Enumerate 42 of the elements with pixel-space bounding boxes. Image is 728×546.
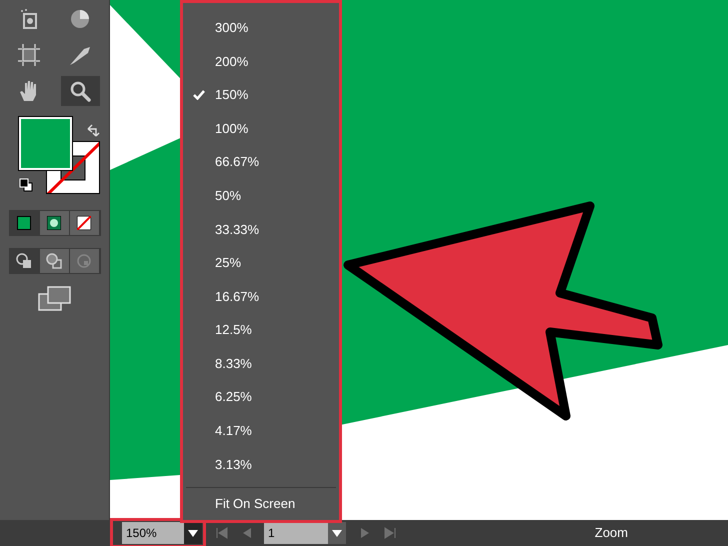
- page-field[interactable]: 1: [264, 522, 328, 544]
- draw-mode-button[interactable]: [40, 249, 70, 273]
- draw-inside-icon: [76, 253, 92, 269]
- mode-button[interactable]: [70, 211, 100, 235]
- pie-chart-icon: [69, 8, 91, 30]
- menu-item[interactable]: 8.33%: [183, 346, 339, 380]
- menu-item[interactable]: 300%: [183, 11, 339, 45]
- mode-button[interactable]: [10, 211, 40, 235]
- fill-swatch[interactable]: [18, 117, 72, 170]
- menu-item[interactable]: 50%: [183, 178, 339, 212]
- none-icon: [77, 216, 91, 230]
- sprayer-icon: [18, 8, 40, 30]
- swap-icon[interactable]: [86, 124, 100, 138]
- menu-item[interactable]: 16.67%: [183, 280, 339, 314]
- artboard-icon: [17, 43, 41, 67]
- menu-item[interactable]: 3.13%: [183, 448, 339, 482]
- caret-icon: [188, 530, 198, 536]
- menu-item[interactable]: 66.67%: [183, 145, 339, 179]
- color-icon: [17, 216, 31, 230]
- tool-button[interactable]: [60, 76, 100, 106]
- draw-mode-button[interactable]: [10, 249, 40, 273]
- menu-item[interactable]: 150%: [183, 78, 339, 112]
- menu-item[interactable]: Fit On Screen: [183, 488, 339, 520]
- menu-item[interactable]: 200%: [183, 44, 339, 78]
- status-label: Zoom: [594, 524, 628, 542]
- menu-item[interactable]: 6.25%: [183, 380, 339, 414]
- zoom-dropdown-button[interactable]: [184, 522, 202, 544]
- draw-normal-icon: [16, 253, 32, 269]
- zoom-field[interactable]: 150%: [122, 522, 184, 544]
- menu-item[interactable]: 100%: [183, 112, 339, 146]
- default-colors-icon[interactable]: [18, 178, 32, 192]
- menu-item[interactable]: 25%: [183, 246, 339, 280]
- screen-mode-icon[interactable]: [38, 286, 72, 312]
- search-icon: [68, 79, 92, 103]
- page-dropdown-button[interactable]: [328, 522, 346, 544]
- menu-item[interactable]: 12.5%: [183, 313, 339, 347]
- gradient-icon: [47, 216, 61, 230]
- caret-icon: [332, 530, 342, 536]
- menu-item[interactable]: 33.33%: [183, 212, 339, 246]
- mode-button[interactable]: [40, 211, 70, 235]
- menu-item[interactable]: 4.17%: [183, 414, 339, 448]
- draw-behind-icon: [46, 253, 62, 269]
